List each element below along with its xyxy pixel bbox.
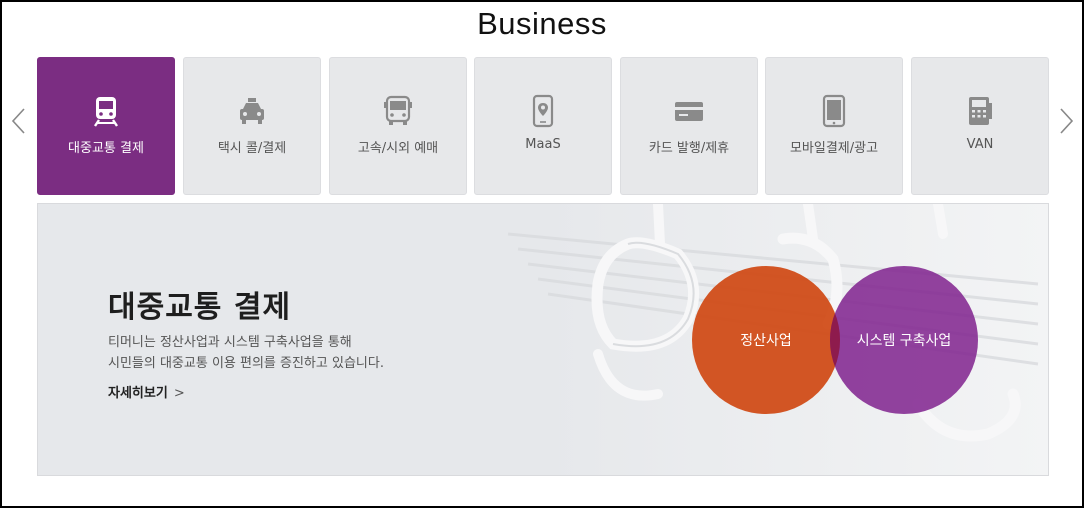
next-arrow[interactable] [1056, 106, 1076, 136]
business-section: Business 대중교통 결제 택시 콜/결제 고속/시외 예매 MaaS 카… [0, 0, 1084, 508]
tab-mobile-payment[interactable]: 모바일결제/광고 [765, 57, 903, 195]
tab-label: 택시 콜/결제 [217, 141, 287, 156]
bus-icon [381, 94, 415, 128]
card-icon [672, 94, 706, 128]
settlement-circle: 정산사업 [692, 266, 840, 414]
business-tabs: 대중교통 결제 택시 콜/결제 고속/시외 예매 MaaS 카드 발행/제휴 모… [37, 57, 1049, 195]
tab-van[interactable]: VAN [911, 57, 1049, 195]
tab-card-issuance[interactable]: 카드 발행/제휴 [620, 57, 758, 195]
more-link-label: 자세히보기 [108, 386, 168, 401]
circle-label: 정산사업 [740, 333, 792, 349]
terminal-icon [963, 94, 997, 128]
panel-heading: 대중교통 결제 [108, 290, 292, 325]
chevron-right-icon: > [173, 386, 185, 401]
circle-label: 시스템 구축사업 [856, 333, 952, 349]
train-icon [89, 94, 123, 128]
panel-description: 티머니는 정산사업과 시스템 구축사업을 통해 시민들의 대중교통 이용 편의를… [108, 332, 508, 374]
more-link[interactable]: 자세히보기 > [108, 382, 185, 401]
tab-label: VAN [966, 137, 994, 152]
tablet-icon [817, 94, 851, 128]
tab-maas[interactable]: MaaS [474, 57, 612, 195]
content-panel: 대중교통 결제 티머니는 정산사업과 시스템 구축사업을 통해 시민들의 대중교… [37, 203, 1049, 476]
tab-label: MaaS [525, 137, 561, 152]
taxi-icon [235, 94, 269, 128]
tab-label: 모바일결제/광고 [789, 141, 879, 156]
description-line: 티머니는 정산사업과 시스템 구축사업을 통해 [108, 335, 352, 350]
description-line: 시민들의 대중교통 이용 편의를 증진하고 있습니다. [108, 356, 384, 371]
prev-arrow[interactable] [9, 106, 29, 136]
tab-label: 대중교통 결제 [68, 141, 144, 156]
section-title: Business [477, 6, 607, 41]
tab-label: 고속/시외 예매 [357, 141, 439, 156]
chevron-left-icon [11, 108, 25, 134]
system-build-circle: 시스템 구축사업 [830, 266, 978, 414]
tab-express-bus[interactable]: 고속/시외 예매 [329, 57, 467, 195]
tab-label: 카드 발행/제휴 [648, 141, 730, 156]
tab-public-transport[interactable]: 대중교통 결제 [37, 57, 175, 195]
map-pin-phone-icon [526, 94, 560, 128]
chevron-right-icon [1060, 108, 1074, 134]
tab-taxi[interactable]: 택시 콜/결제 [183, 57, 321, 195]
